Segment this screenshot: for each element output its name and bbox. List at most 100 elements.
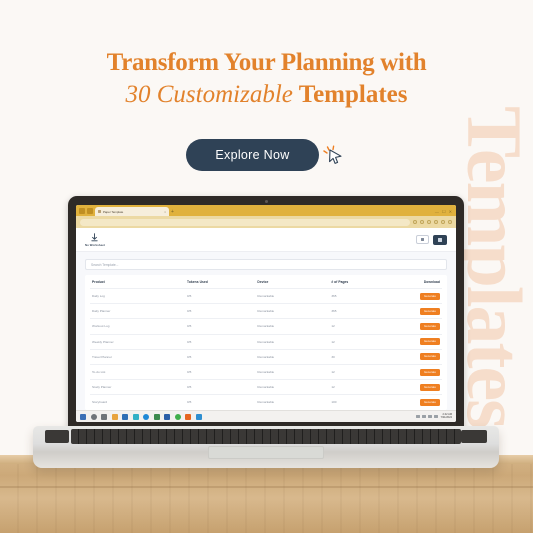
search-input[interactable]: Search Template... [85,259,447,270]
cell-device: Remarkable [255,303,330,319]
table-row[interactable]: Weekly Planner 0/5 Remarkable 12 Generat… [90,333,442,350]
brand-name: No Worksheet [85,242,105,247]
laptop-lid: Paper Template × + — ☐ ✕ No Worksheet Se… [68,196,464,430]
edge-icon[interactable] [143,413,149,420]
column-header-tokens: Tokens Used [187,280,208,284]
cell-pages: 12 [329,379,393,395]
cell-download: Generate [392,348,442,365]
cell-tokens: 0/5 [185,318,256,335]
whatsapp-icon[interactable] [174,413,181,420]
profile-icon[interactable] [448,220,452,224]
word-icon[interactable] [164,413,170,420]
browser-tab[interactable]: Paper Template × [95,207,169,216]
table-row[interactable]: Study Planner 0/5 Remarkable 12 Generate [90,379,442,395]
share-icon[interactable] [413,220,417,224]
generate-button[interactable]: Generate [419,368,440,376]
file-explorer-icon[interactable] [111,413,118,420]
desk-plank-seam [0,486,533,488]
cell-device: Remarkable [255,394,330,410]
tab-title: Paper Template [103,209,124,214]
new-tab-button[interactable]: + [171,209,174,215]
search-icon[interactable] [90,413,97,420]
column-header-pages: # of Pages [331,280,349,284]
table-body: Daily Log 0/5 Remarkable 365 Generate Da… [90,287,442,410]
tab-favicon-icon [98,210,101,213]
keyboard [71,429,461,444]
cell-tokens: 0/5 [185,348,256,365]
cell-download: Generate [392,318,442,335]
cell-download: Generate [392,287,442,304]
cell-device: Remarkable [255,348,330,365]
cell-pages: 12 [329,363,393,380]
panel-icon [421,238,424,241]
table-row[interactable]: Daily Planner 0/5 Remarkable 365 Generat… [90,303,442,319]
generate-button[interactable]: Generate [419,338,440,346]
cell-product: Weekly Planner [90,333,186,350]
address-input[interactable] [80,218,410,226]
cell-product: To-do List [90,363,186,380]
teams-icon[interactable] [195,413,202,420]
generate-button[interactable]: Generate [419,307,440,315]
cell-device: Remarkable [255,333,330,350]
cell-pages: 100 [329,394,393,410]
generate-button[interactable]: Generate [419,353,440,361]
keyboard-numpad [461,430,487,443]
generate-button[interactable]: Generate [419,398,440,406]
split-screen-icon[interactable] [434,220,438,224]
vlc-icon[interactable] [185,413,191,420]
cell-tokens: 0/5 [185,303,256,319]
clock-date: 7/31/2024 [440,415,452,419]
brand-logo[interactable]: No Worksheet [85,232,105,247]
column-header-product: Product [92,280,105,284]
browser-menu-icon[interactable] [79,208,85,214]
download-arrow-icon [90,232,99,242]
generate-button[interactable]: Generate [419,322,440,330]
star-icon[interactable] [420,220,424,224]
table-row[interactable]: Travel Planner 0/5 Remarkable 30 Generat… [90,348,442,365]
column-header-device: Device [257,280,269,284]
laptop: Paper Template × + — ☐ ✕ No Worksheet Se… [0,196,533,486]
taskbar-clock[interactable]: 2:42 AM 7/31/2024 [440,413,452,420]
cell-tokens: 0/5 [185,379,256,395]
network-icon[interactable] [422,414,426,419]
store-icon[interactable] [122,413,128,420]
cell-download: Generate [392,379,442,395]
table-row[interactable]: Daily Log 0/5 Remarkable 365 Generate [90,287,442,304]
battery-icon[interactable] [434,414,438,419]
panel-toggle-button[interactable] [416,235,429,244]
system-tray: 2:42 AM 7/31/2024 [416,413,452,420]
cell-pages: 12 [329,333,393,350]
cell-pages: 30 [329,348,393,365]
cell-product: Storyboard [90,394,186,410]
trackpad[interactable] [208,446,324,459]
laptop-screen: Paper Template × + — ☐ ✕ No Worksheet Se… [76,205,456,422]
volume-icon[interactable] [428,414,432,419]
tab-close-icon[interactable]: × [164,210,166,214]
start-button[interactable] [80,413,86,420]
laptop-base [33,426,499,468]
extensions-icon[interactable] [441,220,445,224]
show-hidden-icons-icon[interactable] [416,414,420,419]
browser-collections-icon[interactable] [87,208,93,214]
cell-product: Study Planner [90,379,186,395]
cell-pages: 365 [329,287,393,304]
cell-device: Remarkable [255,379,330,395]
explore-now-button[interactable]: Explore Now [186,139,319,171]
table-row[interactable]: Storyboard 0/5 Remarkable 100 Generate [90,394,442,410]
generate-button[interactable]: Generate [419,292,440,300]
headline-line-1: Transform Your Planning with [106,49,427,76]
generate-button[interactable]: Generate [419,383,440,391]
excel-icon[interactable] [153,413,160,420]
table-row[interactable]: To-do List 0/5 Remarkable 12 Generate [90,363,442,380]
history-icon[interactable] [427,220,431,224]
task-view-icon[interactable] [101,413,107,420]
window-controls[interactable]: — ☐ ✕ [435,209,453,214]
templates-table: Product Tokens Used Device # of Pages Do… [90,275,442,410]
mail-icon[interactable] [132,413,139,420]
primary-action-button[interactable] [433,234,447,245]
header-actions [416,234,447,245]
headline-italic-part: 30 Customizable [125,80,293,108]
cell-download: Generate [392,394,442,410]
cell-pages: 365 [329,303,393,319]
table-row[interactable]: Workout Log 0/5 Remarkable 12 Generate [90,318,442,335]
